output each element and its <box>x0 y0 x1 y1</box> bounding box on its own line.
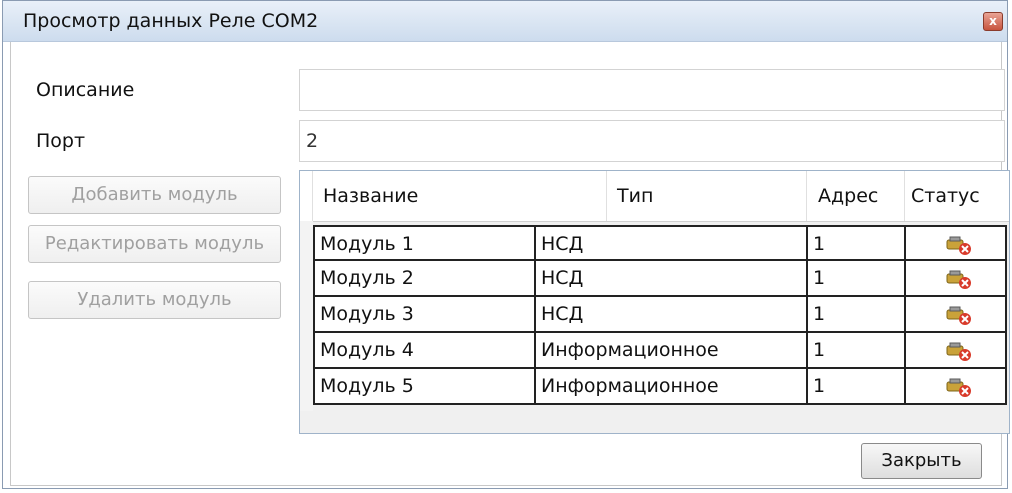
cell-name: Модуль 5 <box>313 369 536 405</box>
device-error-icon <box>946 270 971 289</box>
table-row[interactable]: Модуль 2 НСД 1 <box>313 261 1007 297</box>
delete-module-button[interactable]: Удалить модуль <box>28 281 281 319</box>
cell-type: НСД <box>536 261 808 297</box>
port-label: Порт <box>36 130 86 152</box>
cell-address: 1 <box>808 261 906 297</box>
table-row[interactable]: Модуль 5 Информационное 1 <box>313 369 1007 405</box>
table-header: Название Тип Адрес Статус <box>300 171 1009 222</box>
cell-status <box>906 297 1007 333</box>
column-header-type[interactable]: Тип <box>607 171 807 221</box>
cell-status <box>906 261 1007 297</box>
cell-status <box>906 369 1007 405</box>
cell-name: Модуль 4 <box>313 333 536 369</box>
row-selector-column <box>300 221 313 411</box>
description-label: Описание <box>36 79 135 101</box>
window-title: Просмотр данных Реле COM2 <box>23 10 319 32</box>
modules-table: Название Тип Адрес Статус Модуль 1 НСД 1… <box>299 170 1010 434</box>
cell-name: Модуль 1 <box>313 225 536 261</box>
description-field[interactable] <box>299 69 1005 111</box>
cell-type: Информационное <box>536 333 808 369</box>
cell-status <box>906 333 1007 369</box>
header-row-selector <box>300 171 313 221</box>
cell-address: 1 <box>808 369 906 405</box>
edit-module-button[interactable]: Редактировать модуль <box>28 225 281 263</box>
cell-type: Информационное <box>536 369 808 405</box>
device-error-icon <box>946 378 971 397</box>
device-error-icon <box>946 306 971 325</box>
table-row[interactable]: Модуль 1 НСД 1 <box>313 225 1007 261</box>
cell-type: НСД <box>536 225 808 261</box>
table-row[interactable]: Модуль 4 Информационное 1 <box>313 333 1007 369</box>
window-close-button[interactable]: x <box>983 12 1003 31</box>
port-field[interactable]: 2 <box>299 120 1005 162</box>
cell-name: Модуль 2 <box>313 261 536 297</box>
title-bar[interactable]: Просмотр данных Реле COM2 x <box>3 1 1007 42</box>
relay-data-window: Просмотр данных Реле COM2 x Описание Пор… <box>2 0 1010 489</box>
column-header-address[interactable]: Адрес <box>807 171 905 221</box>
column-header-name[interactable]: Название <box>313 171 607 221</box>
device-error-icon <box>946 236 971 255</box>
table-row[interactable]: Модуль 3 НСД 1 <box>313 297 1007 333</box>
cell-type: НСД <box>536 297 808 333</box>
cell-address: 1 <box>808 225 906 261</box>
add-module-button[interactable]: Добавить модуль <box>28 176 281 214</box>
cell-address: 1 <box>808 297 906 333</box>
cell-status <box>906 225 1007 261</box>
device-error-icon <box>946 342 971 361</box>
close-button[interactable]: Закрыть <box>861 443 982 479</box>
cell-address: 1 <box>808 333 906 369</box>
column-header-status[interactable]: Статус <box>905 171 1009 221</box>
cell-name: Модуль 3 <box>313 297 536 333</box>
